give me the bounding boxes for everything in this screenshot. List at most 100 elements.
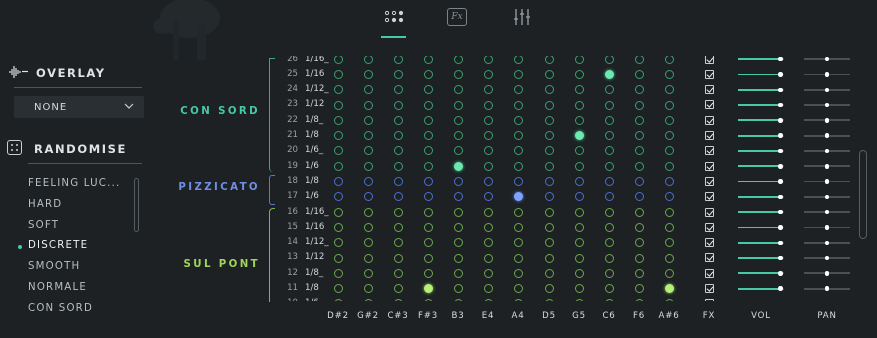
step-cell[interactable] [544,299,554,301]
volume-knob[interactable] [778,255,783,261]
randomise-item[interactable]: HARD [28,195,130,216]
step-cell[interactable] [664,222,674,232]
step-cell[interactable] [604,56,614,64]
volume-slider[interactable] [738,209,784,215]
step-cell[interactable] [453,161,463,171]
step-cell[interactable] [604,131,614,141]
step-cell[interactable] [604,253,614,263]
step-cell[interactable] [664,131,674,141]
step-cell[interactable] [333,85,343,95]
step-cell[interactable] [544,207,554,217]
fx-checkbox[interactable] [705,146,714,156]
step-cell[interactable] [393,69,403,79]
step-cell[interactable] [393,192,403,202]
step-cell[interactable] [393,56,403,64]
step-cell[interactable] [363,131,373,141]
fx-checkbox[interactable] [705,100,714,110]
step-cell[interactable] [664,299,674,301]
pan-knob[interactable] [824,179,830,184]
fx-checkbox[interactable] [705,176,714,186]
step-cell[interactable] [393,299,403,301]
pan-knob[interactable] [824,271,830,276]
volume-knob[interactable] [778,225,783,230]
step-cell[interactable] [423,177,433,187]
step-cell[interactable] [544,238,554,248]
step-cell[interactable] [483,207,493,217]
step-cell[interactable] [634,253,644,263]
step-cell[interactable] [453,238,463,248]
volume-slider[interactable] [738,179,784,184]
step-cell[interactable] [664,56,674,64]
pan-knob[interactable] [824,255,830,261]
step-cell[interactable] [513,299,523,301]
step-cell[interactable] [393,115,403,125]
step-cell[interactable] [544,177,554,187]
step-cell[interactable] [333,69,343,79]
step-cell[interactable] [634,131,644,141]
step-cell[interactable] [423,115,433,125]
step-cell[interactable] [483,85,493,95]
pan-knob[interactable] [824,209,830,215]
step-cell[interactable] [664,253,674,263]
step-cell[interactable] [634,207,644,217]
tab-fx[interactable]: Fx [446,6,468,28]
step-cell[interactable] [574,268,584,278]
pan-knob[interactable] [824,118,830,123]
pan-knob[interactable] [824,240,830,245]
volume-slider[interactable] [738,118,784,123]
step-cell[interactable] [483,115,493,125]
step-cell[interactable] [544,85,554,95]
step-cell[interactable] [513,56,523,64]
step-cell[interactable] [664,85,674,95]
randomise-item[interactable]: CON SORD [28,299,130,320]
step-cell[interactable] [453,85,463,95]
step-cell[interactable] [513,146,523,156]
fx-checkbox[interactable] [705,115,714,125]
step-cell[interactable] [604,207,614,217]
step-cell[interactable] [513,238,523,248]
step-cell[interactable] [634,222,644,232]
step-cell[interactable] [574,131,584,141]
step-cell[interactable] [634,146,644,156]
step-cell[interactable] [513,207,523,217]
step-cell[interactable] [423,284,433,294]
step-cell[interactable] [333,284,343,294]
tab-mixer[interactable] [510,6,534,28]
pan-slider[interactable] [804,148,850,154]
step-cell[interactable] [664,238,674,248]
step-cell[interactable] [634,268,644,278]
step-cell[interactable] [483,69,493,79]
step-cell[interactable] [453,192,463,202]
step-cell[interactable] [634,299,644,301]
randomise-scrollbar[interactable] [134,178,139,232]
step-cell[interactable] [513,100,523,110]
step-cell[interactable] [393,284,403,294]
step-cell[interactable] [393,131,403,141]
overlay-dropdown[interactable]: NONE [14,96,144,118]
volume-slider[interactable] [738,72,784,77]
fx-checkbox[interactable] [705,161,714,171]
step-cell[interactable] [544,146,554,156]
fx-checkbox[interactable] [705,299,714,301]
step-cell[interactable] [664,177,674,187]
step-cell[interactable] [363,284,373,294]
step-cell[interactable] [604,115,614,125]
volume-slider[interactable] [738,194,784,200]
step-cell[interactable] [513,115,523,125]
step-cell[interactable] [363,85,373,95]
pan-knob[interactable] [824,133,830,138]
fx-checkbox[interactable] [705,69,714,79]
volume-slider[interactable] [738,286,784,291]
step-cell[interactable] [393,100,403,110]
step-cell[interactable] [574,69,584,79]
volume-knob[interactable] [778,209,783,215]
step-cell[interactable] [363,161,373,171]
step-cell[interactable] [664,192,674,202]
step-cell[interactable] [604,177,614,187]
step-cell[interactable] [423,69,433,79]
fx-checkbox[interactable] [705,268,714,278]
step-cell[interactable] [664,284,674,294]
pan-slider[interactable] [804,56,850,62]
step-cell[interactable] [634,161,644,171]
step-cell[interactable] [453,69,463,79]
